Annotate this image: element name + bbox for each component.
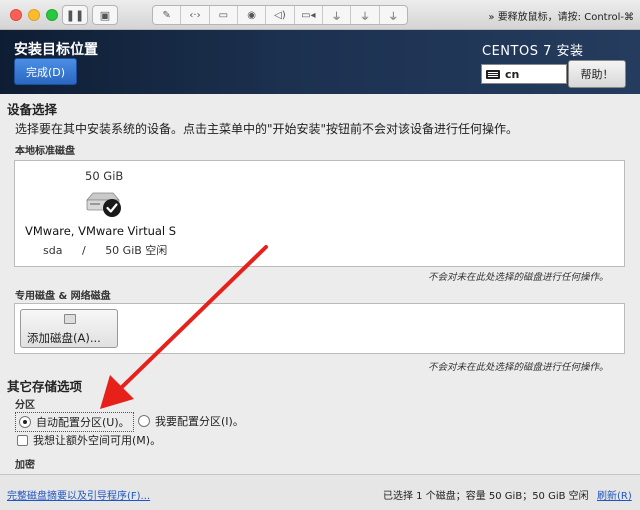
device-selection-description: 选择要在其中安装系统的设备。点击主菜单中的"开始安装"按钮前不会对该设备进行任何… (15, 122, 519, 136)
pause-button[interactable]: ❚❚ (62, 5, 88, 25)
installer-header: 安装目标位置 完成(D) CENTOS 7 安装 cn 帮助！ (0, 30, 640, 94)
camera-icon[interactable]: ▭◂ (295, 6, 323, 24)
disk-meta: sda / 50 GiB 空闲 (43, 242, 183, 258)
refresh-link[interactable]: 刷新(R) (597, 487, 632, 502)
zoom-window-button[interactable] (46, 9, 58, 21)
cdrom-icon[interactable]: ◉ (238, 6, 267, 24)
partitioning-heading: 分区 (15, 400, 35, 411)
usb-icon-3[interactable]: ⏚ (380, 6, 407, 24)
full-disk-summary-link[interactable]: 完整磁盘摘要以及引导程序(F)... (7, 487, 150, 502)
chevron-right-icon[interactable]: » (488, 12, 494, 23)
device-selection-heading: 设备选择 (7, 102, 58, 117)
wrench-icon[interactable]: ✎ (153, 6, 182, 24)
snapshot-icon: ▣ (99, 8, 111, 22)
add-disk-label: 添加磁盘(A)... (27, 331, 101, 345)
main-content: 设备选择 选择要在其中安装系统的设备。点击主菜单中的"开始安装"按钮前不会对该设… (0, 94, 640, 474)
add-disk-button[interactable]: 添加磁盘(A)... (20, 309, 118, 348)
manual-partition-label: 我要配置分区(I)。 (155, 415, 244, 428)
local-disks-heading: 本地标准磁盘 (15, 146, 75, 157)
special-disks-heading: 专用磁盘 & 网络磁盘 (15, 291, 111, 302)
close-window-button[interactable] (10, 9, 22, 21)
product-title: CENTOS 7 安装 (482, 44, 584, 59)
network-icon[interactable]: ‹·› (181, 6, 210, 24)
snapshot-button[interactable]: ▣ (92, 5, 118, 25)
device-toolbar-group: ✎ ‹·› ▭ ◉ ◁) ▭◂ ⏚ ⏚ ⏚ (152, 5, 408, 25)
usb-icon-1[interactable]: ⏚ (323, 6, 352, 24)
extra-space-label: 我想让额外空间可用(M)。 (33, 434, 162, 447)
disk-name: VMware, VMware Virtual S (25, 224, 177, 238)
selection-status: 已选择 1 个磁盘；容量 50 GiB；50 GiB 空闲 (383, 491, 589, 502)
extra-space-checkbox[interactable] (17, 434, 28, 446)
other-storage-heading: 其它存储选项 (7, 379, 83, 394)
keyboard-icon (486, 69, 500, 79)
extra-space-option[interactable]: 我想让额外空间可用(M)。 (17, 432, 161, 448)
add-disk-icon (64, 314, 76, 324)
local-disks-note: 不会对未在此处选择的磁盘进行任何操作。 (428, 272, 609, 283)
disk-size: 50 GiB (85, 169, 124, 183)
disk-meta-separator: / (81, 244, 86, 257)
manual-partition-option[interactable]: 我要配置分区(I)。 (138, 413, 244, 429)
help-button[interactable]: 帮助！ (568, 60, 626, 88)
footer-bar: 完整磁盘摘要以及引导程序(F)... 已选择 1 个磁盘；容量 50 GiB；5… (0, 474, 640, 510)
harddisk-selected-icon[interactable] (83, 190, 123, 220)
encryption-heading: 加密 (15, 460, 35, 471)
page-title: 安装目标位置 (14, 42, 98, 58)
auto-partition-label: 自动配置分区(U)。 (36, 416, 130, 429)
done-button[interactable]: 完成(D) (14, 58, 77, 85)
release-mouse-hint: » 要释放鼠标，请按: Control-⌘ (488, 12, 634, 23)
minimize-window-button[interactable] (28, 9, 40, 21)
disk-device: sda (43, 244, 63, 257)
harddisk-icon[interactable]: ▭ (210, 6, 238, 24)
auto-partition-option[interactable]: 自动配置分区(U)。 (15, 412, 134, 432)
keyboard-layout-indicator[interactable]: cn (481, 64, 567, 84)
special-disks-panel: 添加磁盘(A)... (14, 303, 625, 354)
auto-partition-radio[interactable] (19, 416, 31, 428)
special-disks-note: 不会对未在此处选择的磁盘进行任何操作。 (428, 362, 609, 373)
disk-free: 50 GiB 空闲 (105, 244, 168, 257)
pause-icon: ❚❚ (65, 8, 85, 22)
keyboard-layout-label: cn (505, 67, 520, 81)
manual-partition-radio[interactable] (138, 415, 150, 427)
local-disks-panel: 50 GiB VMware, VMware Virtual S sda / 50… (14, 160, 625, 267)
usb-icon-2[interactable]: ⏚ (351, 6, 380, 24)
vm-toolbar: ❚❚ ▣ ✎ ‹·› ▭ ◉ ◁) ▭◂ ⏚ ⏚ ⏚ » 要释放鼠标，请按: C… (0, 0, 640, 30)
sound-icon[interactable]: ◁) (266, 6, 295, 24)
